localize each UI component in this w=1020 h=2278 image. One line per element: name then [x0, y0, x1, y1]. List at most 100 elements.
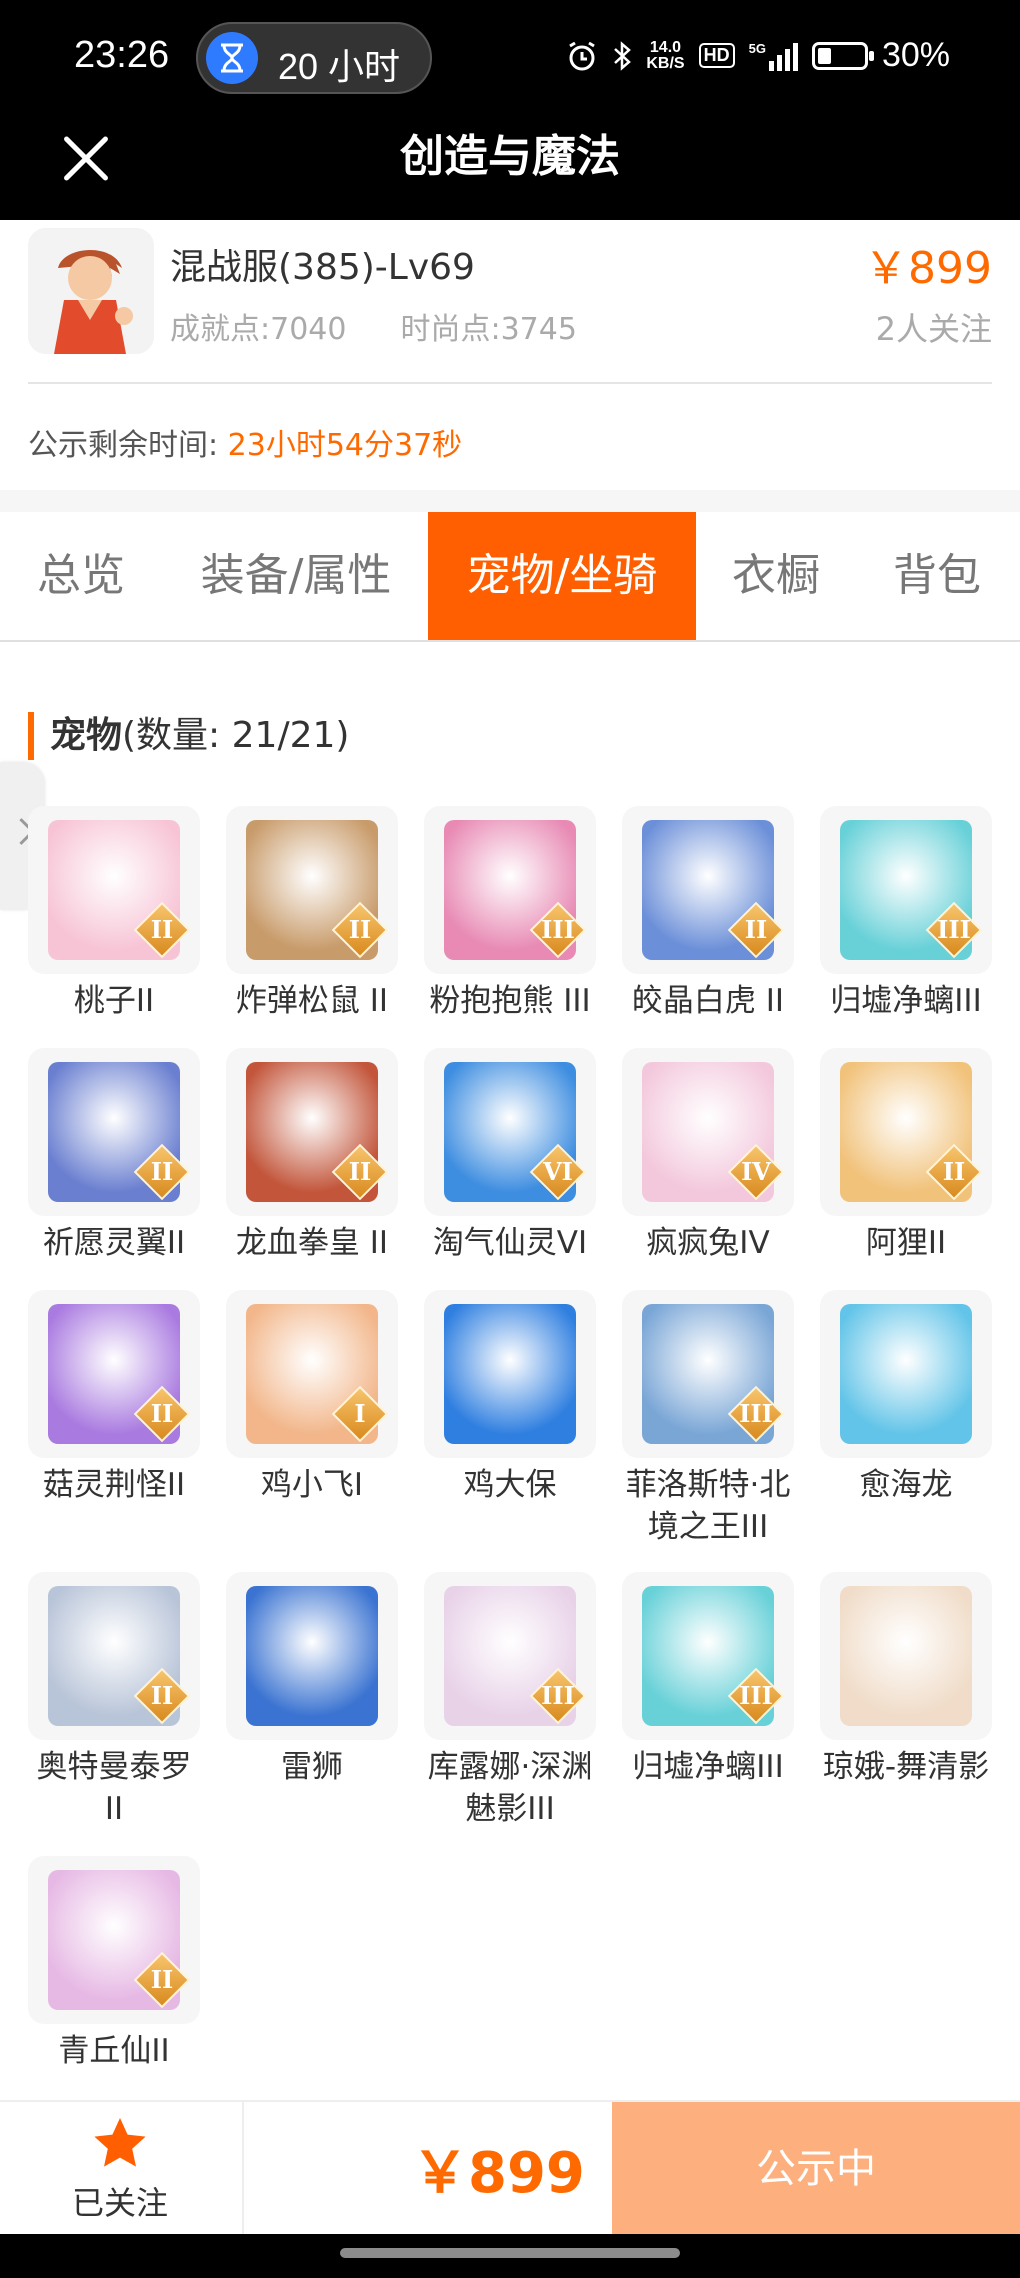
section-count: (数量: 21/21)	[122, 715, 350, 756]
pet-name: 炸弹松鼠 II	[235, 983, 389, 1019]
pet-image: II	[28, 806, 200, 974]
page-title: 创造与魔法	[400, 131, 620, 182]
publicity-button[interactable]: 公示中	[612, 2102, 1020, 2236]
account-name: 混战服(385)-Lv69	[170, 247, 475, 288]
pet-name: 归墟净螭III	[632, 1749, 784, 1785]
status-icons: 14.0 KB/S HD 5G 30%	[566, 36, 950, 75]
pet-name: 菲洛斯特·北境之王III	[625, 1467, 791, 1545]
pet-card[interactable]: 琼娥-舞清影	[820, 1572, 992, 1788]
pet-name: 皎晶白虎 II	[631, 983, 785, 1019]
pet-image: III	[424, 806, 596, 974]
battery-icon	[811, 41, 874, 70]
rank-badge-text: VI	[543, 1157, 573, 1186]
pet-card[interactable]: VI 淘气仙灵VI	[424, 1048, 596, 1264]
pet-name: 青丘仙II	[58, 2033, 170, 2069]
divider	[242, 2102, 244, 2236]
tab-pets[interactable]: 宠物/坐骑	[428, 512, 696, 640]
pet-card[interactable]: II 阿狸II	[820, 1048, 992, 1264]
pet-card[interactable]: III 菲洛斯特·北境之王III	[622, 1290, 794, 1548]
rank-badge-text: III	[739, 1399, 773, 1428]
achievement-points: 成就点:7040	[170, 312, 347, 347]
star-icon	[94, 2118, 146, 2167]
pet-card[interactable]: I 鸡小飞I	[226, 1290, 398, 1506]
pet-image: II	[28, 1048, 200, 1216]
pet-card[interactable]: II 桃子II	[28, 806, 200, 1022]
pet-name: 疯疯兔IV	[646, 1225, 770, 1261]
pet-name: 奥特曼泰罗II	[36, 1749, 192, 1827]
pet-image: II	[28, 1856, 200, 2024]
pet-image: II	[226, 806, 398, 974]
pet-card[interactable]: III 库露娜·深渊魅影III	[424, 1572, 596, 1830]
pet-image: III	[424, 1572, 596, 1740]
countdown: 公示剩余时间: 23小时54分37秒	[28, 420, 462, 464]
pet-card[interactable]: 愈海龙	[820, 1290, 992, 1506]
network-speed: 14.0 KB/S	[646, 38, 685, 72]
pet-art	[840, 1586, 972, 1726]
rank-badge-text: III	[541, 1681, 575, 1710]
rank-badge-text: III	[739, 1681, 773, 1710]
pet-card[interactable]: II 龙血拳皇 II	[226, 1048, 398, 1264]
tab-equipment[interactable]: 装备/属性	[172, 512, 420, 640]
pet-name: 阿狸II	[865, 1225, 947, 1261]
status-bar: 23:26 20 小时 14.0 KB/S HD 5G 30%	[0, 0, 1020, 116]
bottom-action-bar: 已关注 ￥899 公示中	[0, 2100, 1020, 2236]
rank-badge-text: II	[348, 1157, 372, 1186]
pet-image: II	[226, 1048, 398, 1216]
tab-wardrobe[interactable]: 衣橱	[704, 512, 848, 640]
rank-badge-text: III	[937, 915, 971, 944]
rank-badge-text: III	[541, 915, 575, 944]
pet-name: 菇灵荆怪II	[42, 1467, 186, 1503]
pet-card[interactable]: IV 疯疯兔IV	[622, 1048, 794, 1264]
hd-icon: HD	[698, 43, 735, 68]
pet-card[interactable]: II 炸弹松鼠 II	[226, 806, 398, 1022]
pet-card[interactable]: III 归墟净螭III	[622, 1572, 794, 1788]
favorite-label: 已关注	[71, 2184, 168, 2222]
app-header: 创造与魔法	[0, 116, 1020, 220]
rank-badge-text: II	[150, 915, 174, 944]
account-stats: 成就点:7040 时尚点:3745	[170, 304, 577, 348]
pet-name: 归墟净螭III	[830, 983, 982, 1019]
countdown-value: 23小时54分37秒	[227, 428, 463, 463]
pet-card[interactable]: 鸡大保	[424, 1290, 596, 1506]
pet-image	[226, 1572, 398, 1740]
rank-badge-text: II	[348, 915, 372, 944]
alarm-icon	[569, 41, 596, 70]
pet-card[interactable]: 雷狮	[226, 1572, 398, 1788]
pet-name: 祈愿灵翼II	[42, 1225, 186, 1261]
pet-card[interactable]: III 归墟净螭III	[820, 806, 992, 1022]
clock: 23:26	[74, 34, 170, 76]
system-nav-bar	[0, 2234, 1020, 2278]
rank-badge-text: II	[150, 1965, 174, 1994]
screen-time-pill[interactable]: 20 小时	[196, 22, 432, 94]
pet-card[interactable]: III 粉抱抱熊 III	[424, 806, 596, 1022]
pet-image: II	[820, 1048, 992, 1216]
divider	[28, 382, 992, 384]
character-avatar	[28, 228, 154, 354]
pet-art	[246, 1586, 378, 1726]
watcher-count: 2人关注	[875, 310, 992, 348]
pet-image: IV	[622, 1048, 794, 1216]
pet-art	[840, 1304, 972, 1444]
pet-card[interactable]: II 菇灵荆怪II	[28, 1290, 200, 1506]
home-indicator[interactable]	[340, 2248, 680, 2258]
pet-card[interactable]: II 奥特曼泰罗II	[28, 1572, 200, 1830]
pet-card[interactable]: II 皎晶白虎 II	[622, 806, 794, 1022]
signal-label: 5G	[748, 40, 766, 56]
pet-image: II	[28, 1572, 200, 1740]
pet-image	[820, 1290, 992, 1458]
pet-image	[820, 1572, 992, 1740]
pet-card[interactable]: II 祈愿灵翼II	[28, 1048, 200, 1264]
favorite-button[interactable]: 已关注	[50, 2116, 190, 2224]
pet-name: 鸡小飞I	[260, 1467, 364, 1503]
rank-badge-text: II	[150, 1681, 174, 1710]
pet-image	[424, 1290, 596, 1458]
pet-name: 鸡大保	[463, 1467, 557, 1503]
pet-image: II	[28, 1290, 200, 1458]
signal-icon: 5G	[749, 41, 798, 71]
price-label: ￥899	[864, 243, 992, 294]
tab-backpack[interactable]: 背包	[860, 512, 1014, 640]
tab-overview[interactable]: 总览	[0, 512, 162, 640]
pet-card[interactable]: II 青丘仙II	[28, 1856, 200, 2072]
pet-name: 桃子II	[73, 983, 155, 1019]
section-gap	[0, 490, 1020, 512]
